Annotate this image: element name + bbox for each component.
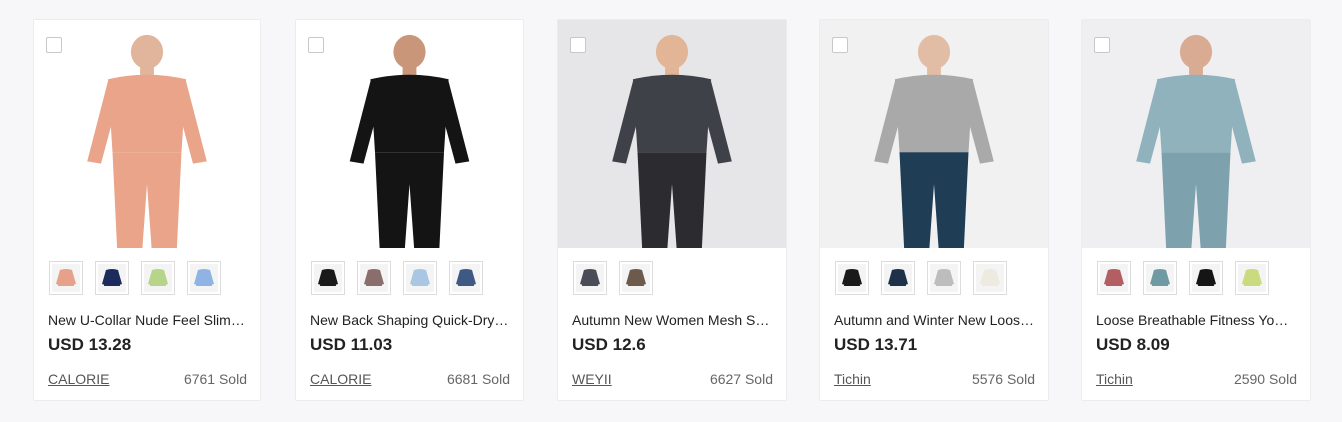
product-image[interactable] bbox=[296, 20, 523, 248]
swatch-thumbnail bbox=[976, 264, 1004, 292]
swatch-thumbnail bbox=[576, 264, 604, 292]
color-swatch[interactable] bbox=[1235, 261, 1269, 295]
color-swatches bbox=[1097, 261, 1269, 295]
product-photo-illustration bbox=[34, 20, 260, 248]
product-price: USD 13.28 bbox=[48, 335, 132, 354]
swatch-thumbnail bbox=[406, 264, 434, 292]
product-title[interactable]: Autumn and Winter New Loose... bbox=[834, 312, 1034, 328]
product-title[interactable]: Autumn New Women Mesh Stit... bbox=[572, 312, 772, 328]
color-swatch[interactable] bbox=[1143, 261, 1177, 295]
store-link[interactable]: WEYII bbox=[572, 371, 612, 387]
color-swatch[interactable] bbox=[927, 261, 961, 295]
swatch-thumbnail bbox=[622, 264, 650, 292]
product-title[interactable]: New Back Shaping Quick-Dryin... bbox=[310, 312, 510, 328]
color-swatch[interactable] bbox=[357, 261, 391, 295]
color-swatch[interactable] bbox=[1097, 261, 1131, 295]
color-swatches bbox=[573, 261, 653, 295]
product-card[interactable]: Autumn and Winter New Loose... USD 13.71… bbox=[819, 19, 1049, 401]
select-checkbox[interactable] bbox=[308, 37, 324, 53]
swatch-thumbnail bbox=[884, 264, 912, 292]
product-price: USD 12.6 bbox=[572, 335, 646, 354]
swatch-thumbnail bbox=[838, 264, 866, 292]
store-link[interactable]: Tichin bbox=[834, 371, 871, 387]
color-swatch[interactable] bbox=[619, 261, 653, 295]
sold-count: 2590 Sold bbox=[1233, 371, 1297, 387]
color-swatch[interactable] bbox=[573, 261, 607, 295]
product-photo-illustration bbox=[558, 20, 786, 248]
swatch-thumbnail bbox=[1146, 264, 1174, 292]
product-card[interactable]: New U-Collar Nude Feel Slim Fi... USD 13… bbox=[33, 19, 261, 401]
color-swatches bbox=[835, 261, 1007, 295]
color-swatch[interactable] bbox=[187, 261, 221, 295]
product-price: USD 11.03 bbox=[310, 335, 393, 354]
store-link[interactable]: CALORIE bbox=[48, 371, 109, 387]
color-swatch[interactable] bbox=[95, 261, 129, 295]
color-swatch[interactable] bbox=[49, 261, 83, 295]
sold-count: 6627 Sold bbox=[709, 371, 773, 387]
swatch-thumbnail bbox=[144, 264, 172, 292]
color-swatch[interactable] bbox=[881, 261, 915, 295]
color-swatch[interactable] bbox=[311, 261, 345, 295]
product-card[interactable]: Autumn New Women Mesh Stit... USD 12.6 W… bbox=[557, 19, 787, 401]
product-price: USD 13.71 bbox=[834, 335, 918, 354]
swatch-thumbnail bbox=[98, 264, 126, 292]
sold-count: 6681 Sold bbox=[446, 371, 510, 387]
product-card[interactable]: New Back Shaping Quick-Dryin... USD 11.0… bbox=[295, 19, 524, 401]
color-swatch[interactable] bbox=[141, 261, 175, 295]
swatch-thumbnail bbox=[52, 264, 80, 292]
store-link[interactable]: Tichin bbox=[1096, 371, 1133, 387]
swatch-thumbnail bbox=[1192, 264, 1220, 292]
color-swatch[interactable] bbox=[403, 261, 437, 295]
product-image[interactable] bbox=[1082, 20, 1310, 248]
store-link[interactable]: CALORIE bbox=[310, 371, 371, 387]
swatch-thumbnail bbox=[452, 264, 480, 292]
select-checkbox[interactable] bbox=[1094, 37, 1110, 53]
product-image[interactable] bbox=[820, 20, 1048, 248]
color-swatch[interactable] bbox=[973, 261, 1007, 295]
product-title[interactable]: New U-Collar Nude Feel Slim Fi... bbox=[48, 312, 248, 328]
select-checkbox[interactable] bbox=[46, 37, 62, 53]
color-swatch[interactable] bbox=[1189, 261, 1223, 295]
sold-count: 5576 Sold bbox=[971, 371, 1035, 387]
swatch-thumbnail bbox=[1100, 264, 1128, 292]
color-swatches bbox=[311, 261, 483, 295]
swatch-thumbnail bbox=[930, 264, 958, 292]
product-price: USD 8.09 bbox=[1096, 335, 1170, 354]
color-swatch[interactable] bbox=[835, 261, 869, 295]
swatch-thumbnail bbox=[1238, 264, 1266, 292]
color-swatch[interactable] bbox=[449, 261, 483, 295]
product-photo-illustration bbox=[820, 20, 1048, 248]
color-swatches bbox=[49, 261, 221, 295]
product-photo-illustration bbox=[296, 20, 523, 248]
select-checkbox[interactable] bbox=[570, 37, 586, 53]
product-image[interactable] bbox=[558, 20, 786, 248]
product-grid: New U-Collar Nude Feel Slim Fi... USD 13… bbox=[0, 0, 1342, 422]
product-card[interactable]: Loose Breathable Fitness Yoga ... USD 8.… bbox=[1081, 19, 1311, 401]
product-image[interactable] bbox=[34, 20, 260, 248]
sold-count: 6761 Sold bbox=[183, 371, 247, 387]
product-photo-illustration bbox=[1082, 20, 1310, 248]
swatch-thumbnail bbox=[190, 264, 218, 292]
select-checkbox[interactable] bbox=[832, 37, 848, 53]
swatch-thumbnail bbox=[360, 264, 388, 292]
product-title[interactable]: Loose Breathable Fitness Yoga ... bbox=[1096, 312, 1296, 328]
swatch-thumbnail bbox=[314, 264, 342, 292]
